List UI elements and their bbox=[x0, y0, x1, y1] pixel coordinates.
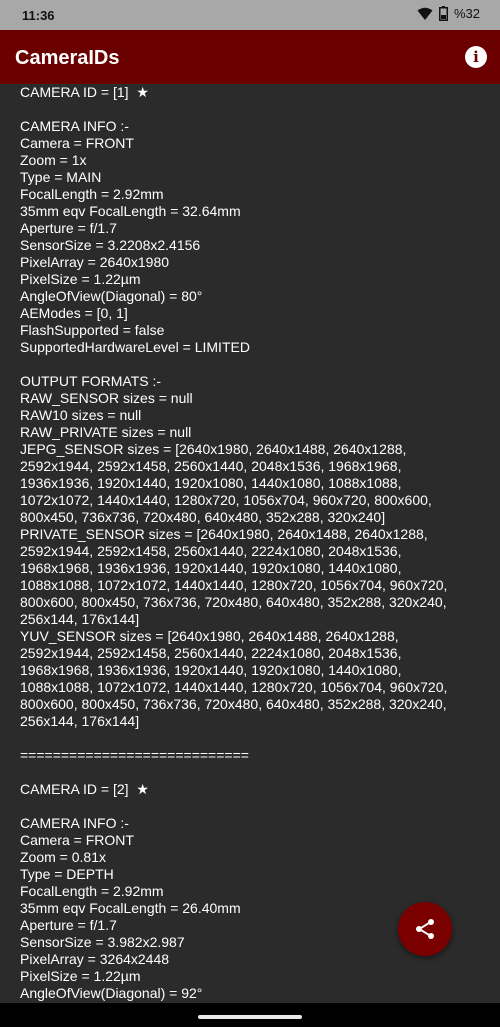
info-line: RAW_SENSOR sizes = null bbox=[20, 390, 193, 406]
info-line: SensorSize = 3.2208x2.4156 bbox=[20, 237, 201, 253]
info-line: PRIVATE_SENSOR sizes = [2640x1980, 2640x… bbox=[20, 526, 428, 542]
camera-1-info: CAMERA INFO :- Camera = FRONT Zoom = 1x Typ… bbox=[20, 118, 490, 356]
app-title: CameraIDs bbox=[15, 47, 120, 69]
info-line: FocalLength = 2.92mm bbox=[20, 883, 164, 899]
info-line: Camera = FRONT bbox=[20, 135, 134, 151]
info-line: 256x144, 176x144] bbox=[20, 713, 140, 729]
info-line: 2592x1944, 2592x1458, 2560x1440, 2224x10… bbox=[20, 543, 402, 559]
navigation-bar bbox=[0, 1003, 500, 1027]
info-line: PixelSize = 1.22µm bbox=[20, 271, 141, 287]
app-bar: CameraIDs i bbox=[0, 30, 500, 84]
battery-percent: %32 bbox=[453, 6, 480, 21]
info-line: RAW10 sizes = null bbox=[20, 407, 142, 423]
info-line: CAMERA INFO :- bbox=[20, 118, 129, 134]
camera-1-output-formats: OUTPUT FORMATS :- RAW_SENSOR sizes = null… bbox=[20, 373, 490, 730]
home-handle[interactable] bbox=[198, 1015, 302, 1019]
info-line: FocalLength = 2.92mm bbox=[20, 186, 164, 202]
info-line: Zoom = 0.81x bbox=[20, 849, 106, 865]
info-line: 800x450, 736x736, 720x480, 640x480, 352x… bbox=[20, 509, 386, 525]
info-line: 1936x1936, 1920x1440, 1920x1080, 1440x10… bbox=[20, 475, 402, 491]
wifi-icon bbox=[417, 7, 433, 20]
info-line: FlashSupported = false bbox=[20, 322, 165, 338]
share-button[interactable] bbox=[398, 902, 452, 956]
camera-details: CAMERA ID = [1] ★ CAMERA INFO :- Camera =… bbox=[20, 84, 490, 1003]
camera-1-header: CAMERA ID = [1] ★ bbox=[20, 84, 149, 100]
info-line: Type = DEPTH bbox=[20, 866, 114, 882]
info-line: AngleOfView(Diagonal) = 80° bbox=[20, 288, 203, 304]
info-line: AngleOfView(Diagonal) = 92° bbox=[20, 985, 203, 1001]
info-line: Type = MAIN bbox=[20, 169, 102, 185]
info-line: 1072x1072, 1440x1440, 1280x720, 1056x704… bbox=[20, 492, 432, 508]
info-line: RAW_PRIVATE sizes = null bbox=[20, 424, 192, 440]
info-line: Aperture = f/1.7 bbox=[20, 220, 117, 236]
info-line: PixelSize = 1.22µm bbox=[20, 968, 141, 984]
info-line: OUTPUT FORMATS :- bbox=[20, 373, 162, 389]
camera-2-header: CAMERA ID = [2] ★ bbox=[20, 781, 149, 797]
info-line: 256x144, 176x144] bbox=[20, 611, 140, 627]
info-line: AEModes = [0, 1] bbox=[20, 305, 128, 321]
info-line: 2592x1944, 2592x1458, 2560x1440, 2048x15… bbox=[20, 458, 402, 474]
info-line: 1968x1968, 1936x1936, 1920x1440, 1920x10… bbox=[20, 560, 402, 576]
info-line: 2592x1944, 2592x1458, 2560x1440, 2224x10… bbox=[20, 645, 402, 661]
share-icon bbox=[416, 919, 434, 939]
info-line: 35mm eqv FocalLength = 32.64mm bbox=[20, 203, 241, 219]
battery-icon bbox=[438, 6, 448, 21]
info-icon[interactable]: i bbox=[465, 46, 487, 68]
info-line: 800x600, 800x450, 736x736, 720x480, 640x… bbox=[20, 696, 447, 712]
info-line: 1968x1968, 1936x1936, 1920x1440, 1920x10… bbox=[20, 662, 402, 678]
info-line: YUV_SENSOR sizes = [2640x1980, 2640x1488… bbox=[20, 628, 399, 644]
info-line: SupportedHardwareLevel = LIMITED bbox=[20, 339, 250, 355]
info-line: Camera = FRONT bbox=[20, 832, 134, 848]
status-bar: 11:36 %32 bbox=[0, 0, 500, 30]
info-line: 1088x1088, 1072x1072, 1440x1440, 1280x72… bbox=[20, 679, 448, 695]
info-line: 800x600, 800x450, 736x736, 720x480, 640x… bbox=[20, 594, 447, 610]
info-line: JEPG_SENSOR sizes = [2640x1980, 2640x148… bbox=[20, 441, 407, 457]
status-icons: %32 bbox=[417, 6, 480, 21]
info-line: 1088x1088, 1072x1072, 1440x1440, 1280x72… bbox=[20, 577, 448, 593]
info-line: Zoom = 1x bbox=[20, 152, 87, 168]
info-line: CAMERA INFO :- bbox=[20, 815, 129, 831]
info-line: PixelArray = 2640x1980 bbox=[20, 254, 170, 270]
status-time: 11:36 bbox=[22, 8, 55, 23]
separator: ============================ bbox=[20, 747, 249, 763]
